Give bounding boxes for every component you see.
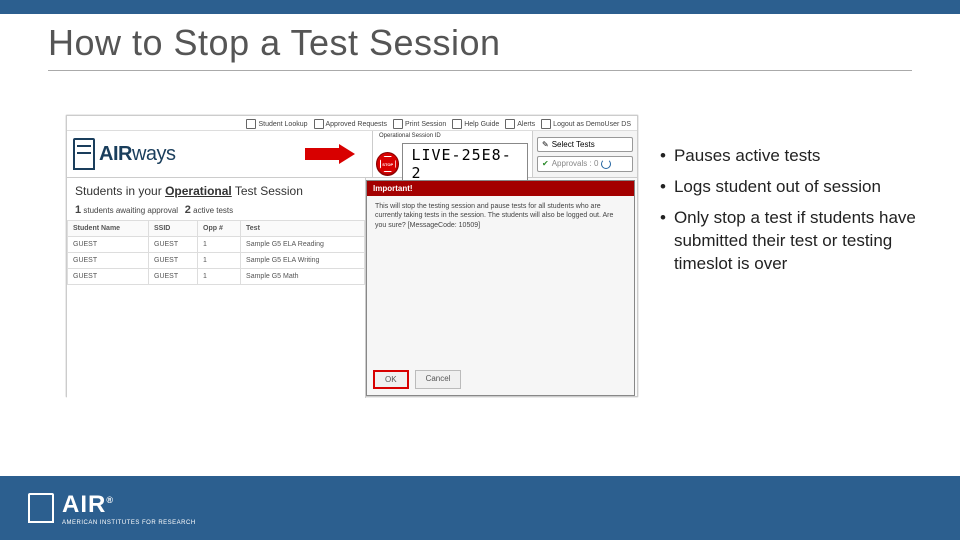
airways-logo: AIRways bbox=[67, 131, 288, 177]
col-test[interactable]: Test bbox=[241, 221, 365, 237]
table-row[interactable]: GUESTGUEST1Sample G5 ELA Writing bbox=[68, 253, 365, 269]
toolbar-alerts[interactable]: Alerts bbox=[505, 119, 535, 129]
table-row[interactable]: GUESTGUEST1Sample G5 ELA Reading bbox=[68, 237, 365, 253]
bullet-list: Pauses active tests Logs student out of … bbox=[660, 115, 940, 284]
col-student-name[interactable]: Student Name bbox=[68, 221, 149, 237]
table-row[interactable]: GUESTGUEST1Sample G5 Math bbox=[68, 269, 365, 285]
col-ssid[interactable]: SSID bbox=[149, 221, 198, 237]
bullet-item: Logs student out of session bbox=[674, 176, 881, 199]
modal-header: Important! bbox=[367, 181, 634, 196]
app-toolbar: Student Lookup Approved Requests Print S… bbox=[67, 116, 637, 131]
session-id: LIVE-25E8-2 bbox=[402, 143, 528, 185]
logout-icon bbox=[541, 119, 551, 129]
document-icon bbox=[314, 119, 324, 129]
slide-title: How to Stop a Test Session bbox=[48, 22, 912, 71]
students-counts: 1 students awaiting approval 2 active te… bbox=[67, 204, 365, 220]
check-icon: ✔ bbox=[542, 159, 549, 168]
top-accent-bar bbox=[0, 0, 960, 14]
toolbar-print-session[interactable]: Print Session bbox=[393, 119, 446, 129]
toolbar-logout[interactable]: Logout as DemoUser DS bbox=[541, 119, 631, 129]
modal-ok-button[interactable]: OK bbox=[373, 370, 409, 389]
bullet-item: Pauses active tests bbox=[674, 145, 820, 168]
red-callout-arrow bbox=[305, 144, 355, 164]
select-tests-button[interactable]: ✎ Select Tests bbox=[537, 137, 633, 152]
air-footer-logo: AIR® AMERICAN INSTITUTES FOR RESEARCH bbox=[28, 491, 196, 526]
students-panel-title: Students in your Operational Test Sessio… bbox=[67, 178, 365, 204]
refresh-icon bbox=[601, 159, 611, 169]
app-screenshot: Student Lookup Approved Requests Print S… bbox=[66, 115, 638, 397]
print-icon bbox=[393, 119, 403, 129]
help-icon bbox=[452, 119, 462, 129]
stop-session-button[interactable]: STOP bbox=[377, 153, 398, 175]
toolbar-help-guide[interactable]: Help Guide bbox=[452, 119, 499, 129]
bullet-item: Only stop a test if students have submit… bbox=[674, 207, 940, 276]
footer-bar: AIR® AMERICAN INSTITUTES FOR RESEARCH bbox=[0, 476, 960, 540]
confirm-stop-modal: Important! This will stop the testing se… bbox=[366, 180, 635, 396]
pencil-icon: ✎ bbox=[542, 140, 549, 149]
stop-icon: STOP bbox=[380, 156, 396, 172]
col-opp[interactable]: Opp # bbox=[198, 221, 241, 237]
toolbar-approved-requests[interactable]: Approved Requests bbox=[314, 119, 387, 129]
building-icon bbox=[73, 138, 95, 170]
alert-icon bbox=[505, 119, 515, 129]
modal-cancel-button[interactable]: Cancel bbox=[415, 370, 462, 389]
students-table: Student Name SSID Opp # Test GUESTGUEST1… bbox=[67, 220, 365, 285]
session-id-label: Operational Session ID bbox=[377, 131, 443, 139]
search-icon bbox=[246, 119, 256, 129]
toolbar-student-lookup[interactable]: Student Lookup bbox=[246, 119, 307, 129]
modal-message: This will stop the testing session and p… bbox=[367, 196, 634, 236]
building-icon bbox=[28, 493, 54, 523]
approvals-button[interactable]: ✔ Approvals : 0 bbox=[537, 156, 633, 172]
